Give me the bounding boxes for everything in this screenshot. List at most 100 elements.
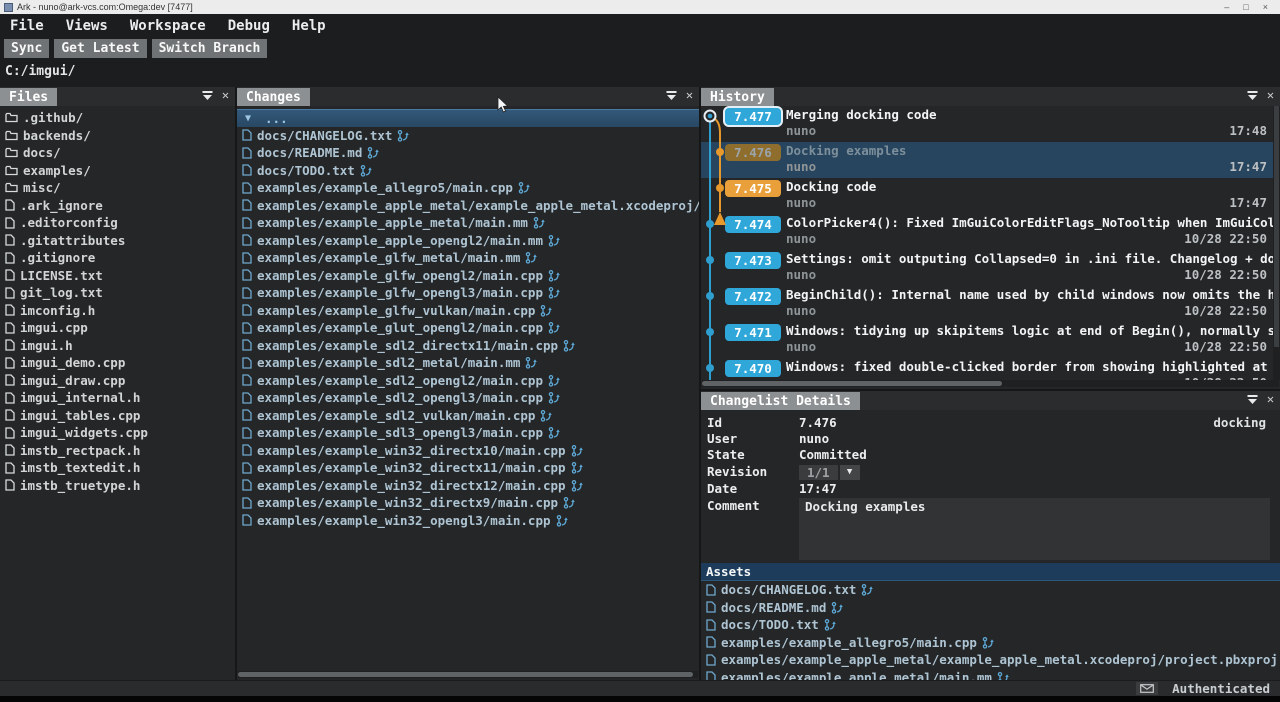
file-tree-item[interactable]: imgui_widgets.cpp — [0, 424, 235, 442]
close-icon[interactable]: ✕ — [219, 89, 232, 102]
menu-item[interactable]: Views — [66, 18, 108, 34]
file-tree-item[interactable]: imgui.h — [0, 337, 235, 355]
asset-row[interactable]: docs/TODO.txt — [701, 616, 1280, 634]
maximize-button[interactable]: □ — [1243, 0, 1248, 14]
commit-row[interactable]: 7.475 Docking code nuno 17:47 — [701, 178, 1273, 214]
changed-file-row[interactable]: examples/example_apple_metal/main.mm — [237, 214, 699, 232]
revision-selector[interactable]: 1/1 — [799, 465, 838, 480]
file-tree-item[interactable]: .github/ — [0, 109, 235, 127]
asset-row[interactable]: examples/example_allegro5/main.cpp — [701, 634, 1280, 652]
menu-item[interactable]: Workspace — [130, 18, 206, 34]
changed-file-row[interactable]: examples/example_win32_directx11/main.cp… — [237, 459, 699, 477]
file-tree-item[interactable]: git_log.txt — [0, 284, 235, 302]
changed-file-row[interactable]: examples/example_win32_directx10/main.cp… — [237, 442, 699, 460]
changed-file-row[interactable]: examples/example_win32_opengl3/main.cpp — [237, 512, 699, 530]
file-tree-item[interactable]: .gitignore — [0, 249, 235, 267]
file-tree-item[interactable]: imstb_truetype.h — [0, 477, 235, 495]
asset-row[interactable]: examples/example_apple_metal/example_app… — [701, 651, 1280, 669]
branch-name: docking — [1213, 415, 1266, 431]
app-icon — [4, 3, 13, 12]
changed-file-row[interactable]: examples/example_sdl2_vulkan/main.cpp — [237, 407, 699, 425]
changed-file-row[interactable]: examples/example_apple_metal/example_app… — [237, 197, 699, 215]
close-icon[interactable]: ✕ — [683, 89, 696, 102]
changed-file-row[interactable]: examples/example_sdl3_opengl3/main.cpp — [237, 424, 699, 442]
changed-file-row[interactable]: examples/example_glfw_opengl3/main.cpp — [237, 284, 699, 302]
commit-author: nuno — [786, 195, 816, 211]
history-vscrollbar[interactable] — [1273, 106, 1280, 380]
menu-item[interactable]: Debug — [228, 18, 270, 34]
menu-item[interactable]: File — [10, 18, 44, 34]
commit-row[interactable]: 7.474 ColorPicker4(): Fixed ImGuiColorEd… — [701, 214, 1273, 250]
mail-icon[interactable] — [1136, 682, 1158, 695]
changed-file-row[interactable]: examples/example_sdl2_metal/main.mm — [237, 354, 699, 372]
changed-file-row[interactable]: examples/example_glut_opengl2/main.cpp — [237, 319, 699, 337]
asset-row[interactable]: examples/example_apple_metal/main.mm — [701, 669, 1280, 681]
file-tree-item[interactable]: LICENSE.txt — [0, 267, 235, 285]
changed-file-row[interactable]: examples/example_sdl2_opengl2/main.cpp — [237, 372, 699, 390]
files-list: .github/ backends/ docs/ examples/ — [0, 106, 235, 494]
tab-changes[interactable]: Changes — [237, 88, 310, 106]
file-tree-item[interactable]: docs/ — [0, 144, 235, 162]
file-tree-item[interactable]: misc/ — [0, 179, 235, 197]
file-tree-item[interactable]: imgui_internal.h — [0, 389, 235, 407]
changes-root-row[interactable]: ▼ ... — [237, 109, 699, 127]
changed-file-row[interactable]: examples/example_sdl2_opengl3/main.cpp — [237, 389, 699, 407]
file-tree-item[interactable]: imgui_tables.cpp — [0, 407, 235, 425]
document-icon — [5, 357, 15, 369]
commit-row[interactable]: 7.470 Windows: fixed double-clicked bord… — [701, 358, 1273, 380]
changelist-details-panel: Changelist Details ✕ Id 7.476 docking Us… — [701, 391, 1280, 563]
filter-icon[interactable] — [665, 89, 678, 102]
close-icon[interactable]: ✕ — [1264, 89, 1277, 102]
comment-field[interactable]: Docking examples — [799, 498, 1270, 560]
revision-dropdown-button[interactable]: ▼ — [840, 465, 860, 480]
changed-file-row[interactable]: examples/example_sdl2_directx11/main.cpp — [237, 337, 699, 355]
file-tree-item[interactable]: imgui_draw.cpp — [0, 372, 235, 390]
toolbar-button[interactable]: Get Latest — [54, 39, 146, 58]
commit-row[interactable]: 7.471 Windows: tidying up skipitems logi… — [701, 322, 1273, 358]
asset-row[interactable]: docs/CHANGELOG.txt — [701, 581, 1280, 599]
changes-hscrollbar[interactable] — [238, 671, 698, 678]
changed-file-row[interactable]: examples/example_glfw_opengl2/main.cpp — [237, 267, 699, 285]
changed-file-row[interactable]: examples/example_allegro5/main.cpp — [237, 179, 699, 197]
changed-file-row[interactable]: docs/CHANGELOG.txt — [237, 127, 699, 145]
changed-file-row[interactable]: examples/example_glfw_metal/main.mm — [237, 249, 699, 267]
commit-row[interactable]: 7.473 Settings: omit outputing Collapsed… — [701, 250, 1273, 286]
asset-row[interactable]: docs/README.md — [701, 599, 1280, 617]
history-list: 7.477 Merging docking code nuno 17:48 7.… — [701, 106, 1273, 380]
file-tree-item[interactable]: .gitattributes — [0, 232, 235, 250]
toolbar-button[interactable]: Switch Branch — [152, 39, 268, 58]
changed-file-row[interactable]: docs/README.md — [237, 144, 699, 162]
filter-icon[interactable] — [1246, 89, 1259, 102]
minimize-button[interactable]: – — [1224, 0, 1229, 14]
commit-row[interactable]: 7.477 Merging docking code nuno 17:48 — [701, 106, 1273, 142]
close-button[interactable]: × — [1263, 0, 1268, 14]
changed-file-row[interactable]: examples/example_apple_opengl2/main.mm — [237, 232, 699, 250]
toolbar-button[interactable]: Sync — [4, 39, 49, 58]
history-hscrollbar[interactable] — [702, 380, 1279, 387]
file-tree-item[interactable]: imgui.cpp — [0, 319, 235, 337]
changed-file-row[interactable]: examples/example_win32_directx12/main.cp… — [237, 477, 699, 495]
tab-changelist-details[interactable]: Changelist Details — [701, 392, 860, 410]
file-tree-item[interactable]: imconfig.h — [0, 302, 235, 320]
tab-files[interactable]: Files — [0, 88, 57, 106]
changed-file-row[interactable]: docs/TODO.txt — [237, 162, 699, 180]
changed-file-row[interactable]: examples/example_glfw_vulkan/main.cpp — [237, 302, 699, 320]
changed-file-name: docs/TODO.txt — [257, 163, 355, 178]
commit-row[interactable]: 7.472 BeginChild(): Internal name used b… — [701, 286, 1273, 322]
tab-history[interactable]: History — [701, 88, 774, 106]
file-tree-item[interactable]: .editorconfig — [0, 214, 235, 232]
file-tree-item[interactable]: imgui_demo.cpp — [0, 354, 235, 372]
filter-icon[interactable] — [1246, 393, 1259, 406]
close-icon[interactable]: ✕ — [1264, 393, 1277, 406]
asset-name: docs/TODO.txt — [721, 617, 819, 632]
file-tree-item[interactable]: examples/ — [0, 162, 235, 180]
file-tree-item[interactable]: imstb_rectpack.h — [0, 442, 235, 460]
filter-icon[interactable] — [201, 89, 214, 102]
changed-file-row[interactable]: examples/example_win32_directx9/main.cpp — [237, 494, 699, 512]
file-tree-item[interactable]: .ark_ignore — [0, 197, 235, 215]
file-tree-item[interactable]: backends/ — [0, 127, 235, 145]
commit-row[interactable]: 7.476 Docking examples nuno 17:47 — [701, 142, 1273, 178]
file-tree-item[interactable]: imstb_textedit.h — [0, 459, 235, 477]
expand-arrow-icon[interactable]: ▼ — [245, 113, 251, 124]
menu-item[interactable]: Help — [292, 18, 326, 34]
